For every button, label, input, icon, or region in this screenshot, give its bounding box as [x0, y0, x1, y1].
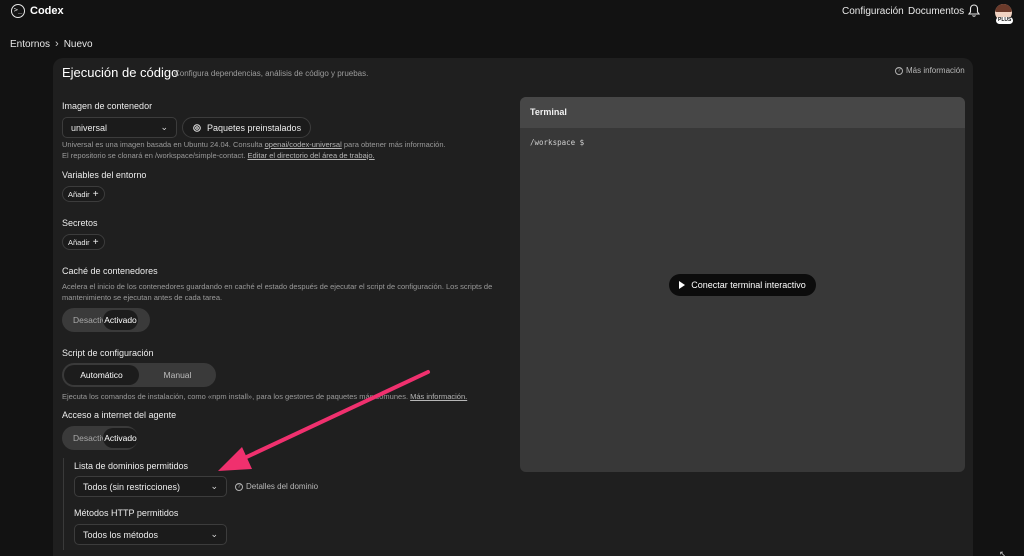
- mouse-cursor-icon: ↖: [999, 549, 1007, 556]
- annotation-arrow-icon: [218, 370, 430, 471]
